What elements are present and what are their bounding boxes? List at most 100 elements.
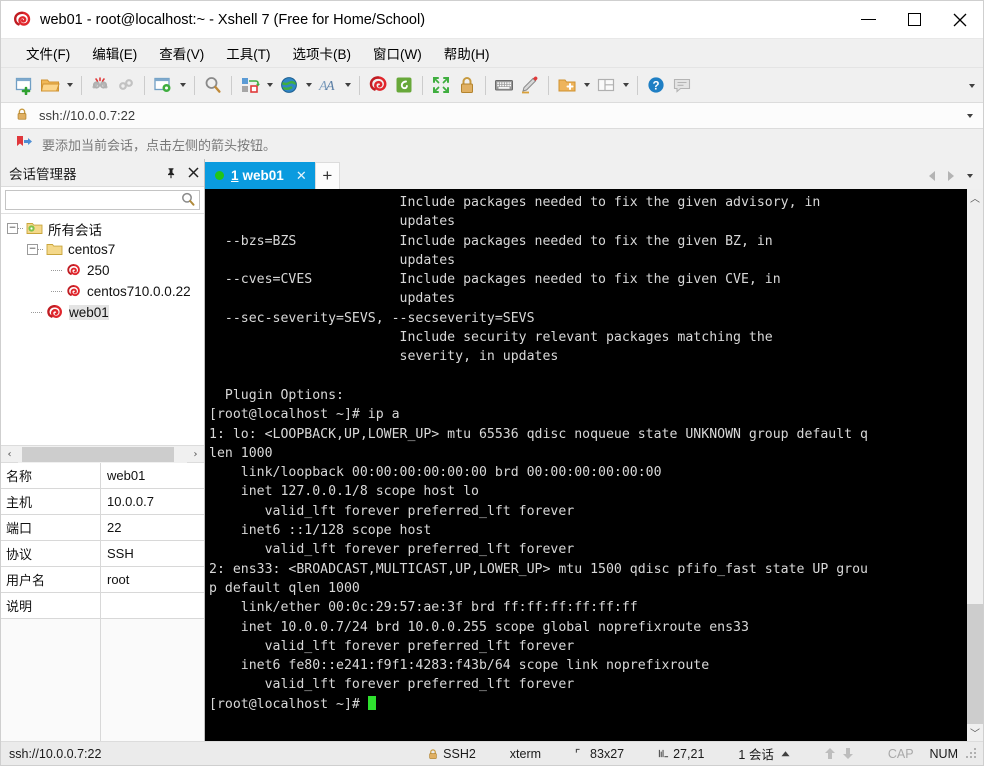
help-icon[interactable]: ? — [643, 72, 669, 98]
web-browser-icon[interactable] — [276, 72, 302, 98]
session-properties-icon[interactable] — [150, 72, 176, 98]
table-row: 说明 — [1, 593, 204, 619]
folder-gear-icon — [26, 221, 43, 236]
menu-tabs[interactable]: 选项卡(B) — [282, 39, 363, 67]
status-sessions-label: 1 会话 — [738, 748, 774, 762]
toolbar-separator — [637, 75, 638, 95]
status-bar: ssh://10.0.0.7:22 SSH2 xterm 83x27 27,21… — [1, 741, 983, 765]
toolbar-overflow-button[interactable] — [969, 68, 975, 103]
find-icon[interactable] — [200, 72, 226, 98]
terminal-output[interactable]: Include packages needed to fix the given… — [205, 189, 966, 741]
layout-icon[interactable] — [593, 72, 619, 98]
menu-edit[interactable]: 编辑(E) — [81, 39, 148, 67]
new-tab-button[interactable]: + — [314, 162, 340, 189]
xshell-window: web01 - root@localhost:~ - Xshell 7 (Fre… — [0, 0, 984, 766]
address-bar[interactable]: ssh://10.0.0.7:22 — [1, 103, 983, 129]
tab-web01[interactable]: 1 web01 ✕ — [205, 162, 315, 189]
property-key: 用户名 — [1, 567, 101, 592]
chevron-down-icon[interactable]: ﹀ — [967, 724, 983, 741]
svg-text:?: ? — [652, 81, 659, 93]
chevron-up-icon[interactable]: ︿ — [967, 189, 983, 206]
chevron-left-icon[interactable]: ‹ — [1, 446, 18, 463]
property-value: 22 — [107, 520, 122, 535]
fullscreen-icon[interactable] — [428, 72, 454, 98]
property-key: 主机 — [1, 489, 101, 514]
tree-node-centos710[interactable]: centos710.0.0.22 — [1, 281, 204, 302]
address-dropdown-icon[interactable] — [967, 103, 973, 129]
terminal-scrollbar[interactable]: ︿ ﹀ — [966, 189, 983, 741]
address-input[interactable]: ssh://10.0.0.7:22 — [39, 108, 135, 123]
collapse-toggle-icon[interactable]: − — [7, 223, 18, 234]
toolbar-separator — [548, 75, 549, 95]
terminal-scrollback: Include packages needed to fix the given… — [209, 195, 868, 693]
xshell-icon[interactable] — [365, 72, 391, 98]
search-input[interactable] — [6, 193, 180, 207]
tab-next-button[interactable] — [941, 166, 960, 186]
svg-text:A: A — [325, 79, 335, 94]
new-folder-dropdown[interactable] — [580, 72, 593, 98]
hscroll-track[interactable] — [18, 445, 187, 463]
font-dropdown[interactable] — [341, 72, 354, 98]
session-tree-hscrollbar[interactable]: ‹ › — [1, 445, 204, 463]
disconnect-icon[interactable] — [87, 72, 113, 98]
new-folder-icon[interactable] — [554, 72, 580, 98]
menu-view[interactable]: 查看(V) — [148, 39, 215, 67]
scroll-track[interactable] — [967, 206, 983, 724]
menu-window[interactable]: 窗口(W) — [362, 39, 433, 67]
font-icon[interactable]: A A — [315, 72, 341, 98]
open-folder-dropdown[interactable] — [63, 72, 76, 98]
highlight-icon[interactable] — [517, 72, 543, 98]
new-session-icon[interactable] — [11, 72, 37, 98]
tree-node-250[interactable]: 250 — [1, 260, 204, 281]
pin-icon[interactable] — [160, 162, 182, 184]
status-num-lock: NUM — [929, 746, 958, 761]
status-cursor-label: 27,21 — [673, 746, 705, 761]
lock-icon[interactable] — [454, 72, 480, 98]
chevron-right-icon[interactable]: › — [187, 446, 204, 463]
tab-prev-button[interactable] — [922, 166, 941, 186]
scroll-thumb[interactable] — [967, 604, 983, 724]
keyboard-icon[interactable] — [491, 72, 517, 98]
open-folder-icon[interactable] — [37, 72, 63, 98]
session-manager-header: 会话管理器 — [1, 159, 204, 187]
session-properties-dropdown[interactable] — [176, 72, 189, 98]
tree-label-250: 250 — [87, 263, 110, 278]
transfer-file-icon[interactable] — [237, 72, 263, 98]
transfer-file-dropdown[interactable] — [263, 72, 276, 98]
session-search-box[interactable] — [5, 190, 200, 210]
web-browser-dropdown[interactable] — [302, 72, 315, 98]
tree-label-all-sessions: 所有会话 — [48, 222, 102, 238]
tab-navigation — [922, 166, 979, 186]
maximize-button[interactable] — [891, 1, 937, 39]
resize-grip[interactable] — [966, 747, 978, 760]
chat-icon[interactable] — [669, 72, 695, 98]
menu-tools[interactable]: 工具(T) — [215, 39, 281, 67]
tree-node-centos7[interactable]: − centos7 — [1, 239, 204, 260]
close-icon[interactable] — [182, 162, 204, 184]
minimize-button[interactable] — [845, 1, 891, 39]
status-protocol: SSH2 — [427, 747, 476, 761]
menu-help[interactable]: 帮助(H) — [433, 39, 501, 67]
status-caps-lock: CAP — [887, 746, 914, 761]
menu-file[interactable]: 文件(F) — [15, 39, 81, 67]
collapse-toggle-icon[interactable]: − — [27, 244, 38, 255]
tab-number: 1 — [231, 168, 239, 183]
caret-up-icon[interactable] — [781, 750, 790, 757]
hscroll-thumb[interactable] — [22, 446, 174, 462]
layout-dropdown[interactable] — [619, 72, 632, 98]
notice-text: 要添加当前会话，点击左侧的箭头按钮。 — [42, 137, 277, 153]
tab-close-icon[interactable]: ✕ — [294, 168, 309, 184]
status-sessions[interactable]: 1 会话 — [738, 744, 790, 763]
search-icon[interactable] — [180, 191, 196, 210]
menu-bar: 文件(F) 编辑(E) 查看(V) 工具(T) 选项卡(B) 窗口(W) 帮助(… — [1, 39, 983, 68]
close-button[interactable] — [937, 1, 983, 39]
tree-node-all-sessions[interactable]: − 所有会话 — [1, 218, 204, 239]
xftp-icon[interactable] — [391, 72, 417, 98]
status-protocol-label: SSH2 — [443, 746, 476, 761]
window-title: web01 - root@localhost:~ - Xshell 7 (Fre… — [40, 11, 426, 28]
tree-node-web01[interactable]: web01 — [1, 302, 204, 323]
reconnect-icon[interactable] — [113, 72, 139, 98]
tab-list-button[interactable] — [960, 166, 979, 186]
status-size: 83x27 — [575, 747, 624, 761]
body-row: 会话管理器 − 所有会话 − centos7 250 centos710.0.0… — [1, 159, 983, 741]
